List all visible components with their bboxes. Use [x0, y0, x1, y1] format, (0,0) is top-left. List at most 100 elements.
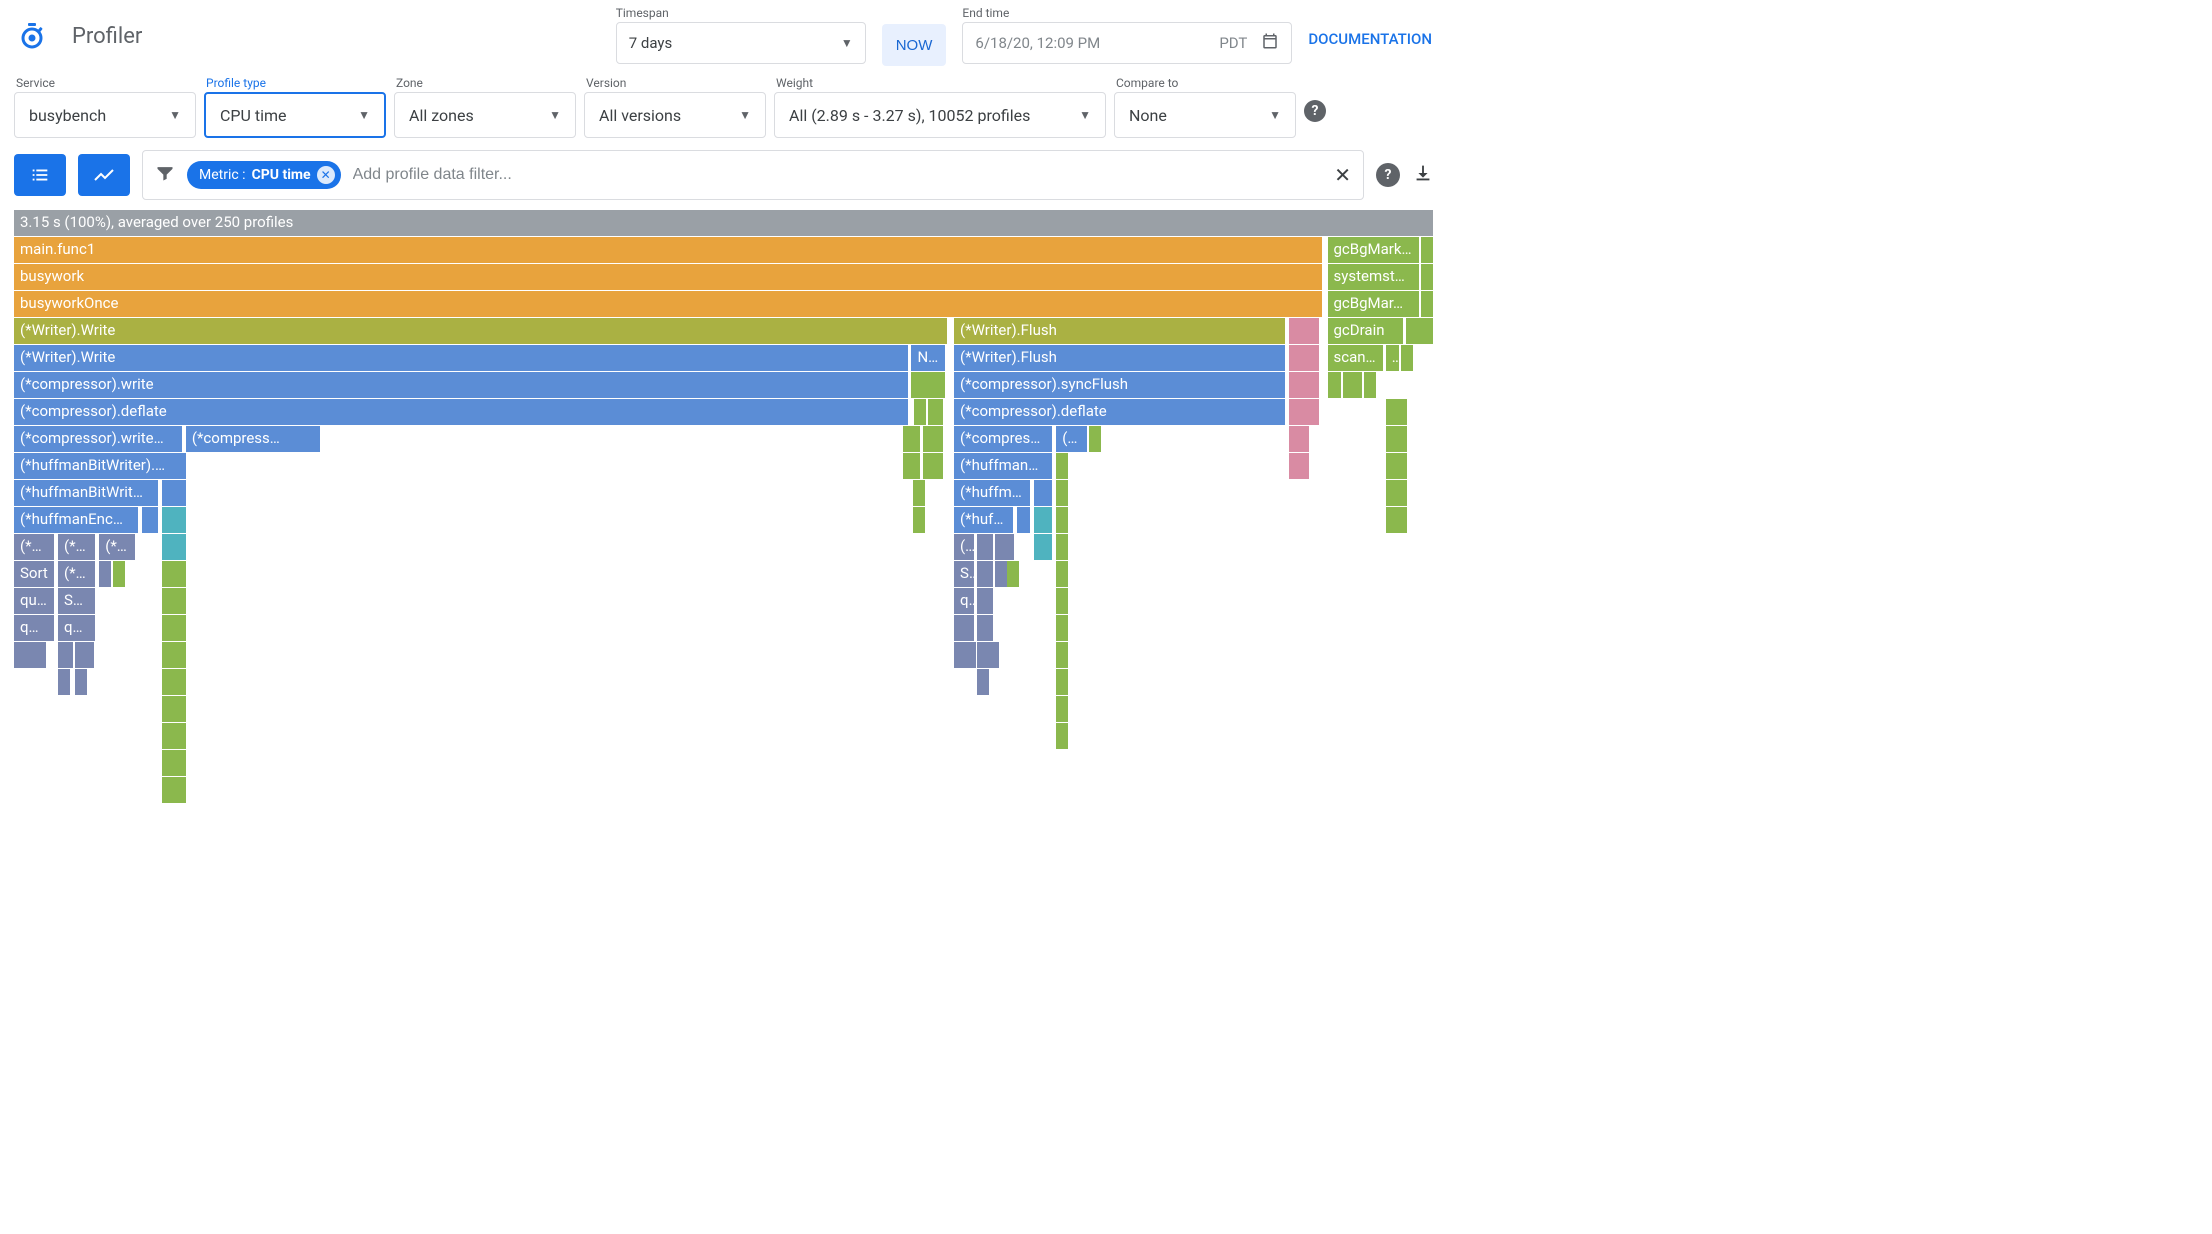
flame-cell[interactable]	[913, 507, 926, 533]
flame-cell[interactable]: (*Writer).Flush	[954, 318, 1286, 344]
now-button[interactable]: NOW	[882, 24, 947, 66]
flame-cell[interactable]: (*compressor).deflate	[954, 399, 1286, 425]
flame-cell[interactable]	[977, 534, 994, 560]
flame-cell[interactable]: gcBgMark…	[1328, 237, 1420, 263]
flame-cell[interactable]	[162, 507, 188, 533]
flame-cell[interactable]	[954, 615, 975, 641]
flame-cell[interactable]: (*Writer).Flush	[954, 345, 1286, 371]
flame-cell[interactable]	[995, 534, 1015, 560]
flame-cell[interactable]	[75, 642, 95, 668]
flame-cell[interactable]	[1056, 561, 1069, 587]
flame-cell[interactable]: N…	[911, 345, 945, 371]
flame-cell[interactable]	[964, 642, 977, 668]
flame-cell[interactable]	[1056, 723, 1069, 749]
flame-cell[interactable]	[1386, 399, 1409, 425]
endtime-input[interactable]: 6/18/20, 12:09 PM PDT	[962, 22, 1292, 64]
service-select[interactable]: busybench ▼	[14, 92, 196, 138]
filter-funnel-icon[interactable]	[155, 163, 175, 188]
help-icon[interactable]: ?	[1376, 163, 1400, 187]
flame-cell[interactable]: gcBgMar…	[1328, 291, 1420, 317]
flame-cell[interactable]	[903, 426, 921, 452]
flame-cell[interactable]: (*huffmanBitWrit…	[14, 480, 159, 506]
flame-cell[interactable]	[1089, 426, 1102, 452]
flame-cell[interactable]	[1289, 318, 1320, 344]
flame-cell[interactable]	[1056, 480, 1069, 506]
flame-cell[interactable]	[1386, 453, 1409, 479]
flame-cell[interactable]	[1056, 588, 1069, 614]
flame-cell[interactable]: (*huffmanEnc…	[14, 507, 139, 533]
flame-cell[interactable]	[977, 561, 994, 587]
flame-cell[interactable]	[1421, 237, 1434, 263]
zone-select[interactable]: All zones ▼	[394, 92, 576, 138]
flame-cell[interactable]: …	[1386, 345, 1400, 371]
flame-cell[interactable]: (*huffmanBitWriter).…	[14, 453, 187, 479]
flame-cell[interactable]	[977, 669, 990, 695]
flame-cell[interactable]	[162, 534, 188, 560]
flame-cell[interactable]: (*…	[1056, 426, 1087, 452]
flame-cell[interactable]: S…	[954, 561, 975, 587]
list-view-button[interactable]	[14, 154, 66, 196]
flame-root[interactable]: 3.15 s (100%), averaged over 250 profile…	[14, 210, 1434, 236]
flame-cell[interactable]	[1416, 318, 1434, 344]
clear-filter-icon[interactable]: ✕	[1334, 163, 1351, 187]
flame-cell[interactable]	[1289, 426, 1310, 452]
compare-to-select[interactable]: None ▼	[1114, 92, 1296, 138]
flame-cell[interactable]: (*compressor).write…	[14, 426, 183, 452]
metric-chip[interactable]: Metric : CPU time ✕	[187, 161, 341, 189]
flame-cell[interactable]	[977, 588, 994, 614]
flame-graph[interactable]: 3.15 s (100%), averaged over 250 profile…	[0, 208, 1448, 844]
flame-cell[interactable]: (*Writer).Write	[14, 318, 948, 344]
flame-cell[interactable]	[928, 399, 944, 425]
documentation-link[interactable]: DOCUMENTATION	[1308, 30, 1432, 48]
flame-cell[interactable]: (…	[954, 534, 975, 560]
flame-cell[interactable]	[1056, 453, 1069, 479]
flame-cell[interactable]	[923, 453, 944, 479]
flame-cell[interactable]: (*…	[99, 534, 136, 560]
flame-cell[interactable]: (*…	[58, 561, 96, 587]
flame-cell[interactable]	[113, 561, 126, 587]
flame-cell[interactable]: (*compress…	[954, 426, 1053, 452]
flame-cell[interactable]	[1034, 507, 1054, 533]
flame-cell[interactable]: gcDrain	[1328, 318, 1405, 344]
flame-cell[interactable]: (*Writer).Write	[14, 345, 909, 371]
flame-cell[interactable]: systemst…	[1328, 264, 1420, 290]
flame-cell[interactable]	[162, 561, 188, 587]
flame-cell[interactable]	[1386, 507, 1409, 533]
flame-cell[interactable]: Sort	[14, 561, 55, 587]
close-icon[interactable]: ✕	[317, 166, 335, 184]
flame-cell[interactable]	[162, 588, 188, 614]
flame-cell[interactable]	[1017, 507, 1031, 533]
flame-cell[interactable]: (*b…	[14, 534, 55, 560]
flame-cell[interactable]	[99, 561, 112, 587]
flame-cell[interactable]: (*huffma…	[954, 480, 1031, 506]
flame-cell[interactable]	[1289, 345, 1320, 371]
flame-cell[interactable]	[162, 480, 188, 506]
flame-cell[interactable]: (*compressor).deflate	[14, 399, 909, 425]
flame-cell[interactable]	[1056, 669, 1069, 695]
timespan-select[interactable]: 7 days ▼	[616, 22, 866, 64]
flame-cell[interactable]	[1289, 453, 1310, 479]
flame-cell[interactable]	[1034, 534, 1054, 560]
flame-cell[interactable]	[1289, 372, 1320, 398]
version-select[interactable]: All versions ▼	[584, 92, 766, 138]
flame-cell[interactable]	[1056, 615, 1069, 641]
flame-cell[interactable]: (*huffmanBi…	[954, 453, 1053, 479]
flame-cell[interactable]	[1289, 399, 1320, 425]
flame-cell[interactable]: scan…	[1328, 345, 1385, 371]
flame-cell[interactable]	[911, 372, 945, 398]
flame-cell[interactable]	[1421, 264, 1434, 290]
flame-cell[interactable]	[903, 453, 921, 479]
flame-cell[interactable]	[914, 399, 927, 425]
calendar-icon[interactable]	[1261, 32, 1279, 54]
flame-cell[interactable]: (*compressor).write	[14, 372, 909, 398]
chart-view-button[interactable]	[78, 154, 130, 196]
flame-cell[interactable]	[34, 642, 47, 668]
flame-cell[interactable]	[1056, 534, 1069, 560]
flame-cell[interactable]	[977, 615, 994, 641]
flame-cell[interactable]	[1343, 372, 1363, 398]
flame-cell[interactable]: q…	[58, 615, 96, 641]
flame-cell[interactable]	[1034, 480, 1054, 506]
filter-input[interactable]	[353, 166, 1323, 184]
flame-cell[interactable]	[162, 696, 188, 722]
flame-cell[interactable]: busywork	[14, 264, 1323, 290]
